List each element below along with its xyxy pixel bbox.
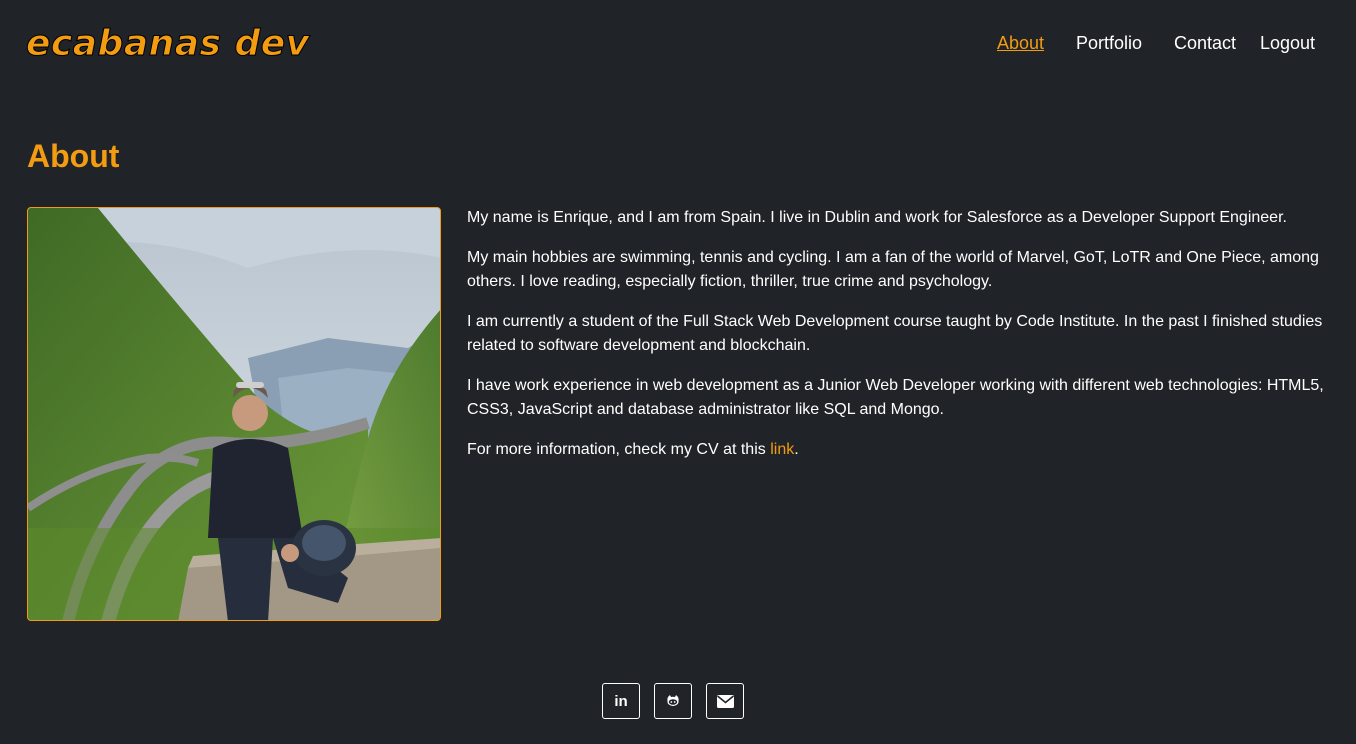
linkedin-button[interactable]: in [602,683,640,719]
email-button[interactable] [706,683,744,719]
profile-photo [27,207,441,621]
nav-logout-link[interactable]: Logout [1260,32,1315,54]
linkedin-icon: in [614,692,628,710]
github-button[interactable] [654,683,692,719]
cv-paragraph: For more information, check my CV at thi… [467,438,1329,462]
bio-paragraph: I have work experience in web developmen… [467,377,1324,418]
main-nav: About Portfolio Contact Logout [0,32,1356,54]
cv-link[interactable]: link [770,441,794,458]
page-title: About [27,138,120,174]
bio-paragraph: My main hobbies are swimming, tennis and… [467,249,1319,290]
nav-contact-link[interactable]: Contact [1174,32,1236,54]
cv-text: For more information, check my CV at thi… [467,441,771,458]
nav-portfolio-link[interactable]: Portfolio [1076,32,1142,54]
cv-suffix: . [794,441,799,458]
bio-paragraph: My name is Enrique, and I am from Spain.… [467,209,1287,226]
about-bio: My name is Enrique, and I am from Spain.… [467,206,1329,478]
profile-photo-illustration [28,208,440,620]
envelope-icon [716,694,734,708]
github-icon [667,695,679,706]
nav-about-link[interactable]: About [997,32,1044,54]
page: ecabanas dev About Portfolio Contact Log… [0,0,1356,744]
bio-paragraph: I am currently a student of the Full Sta… [467,313,1323,354]
